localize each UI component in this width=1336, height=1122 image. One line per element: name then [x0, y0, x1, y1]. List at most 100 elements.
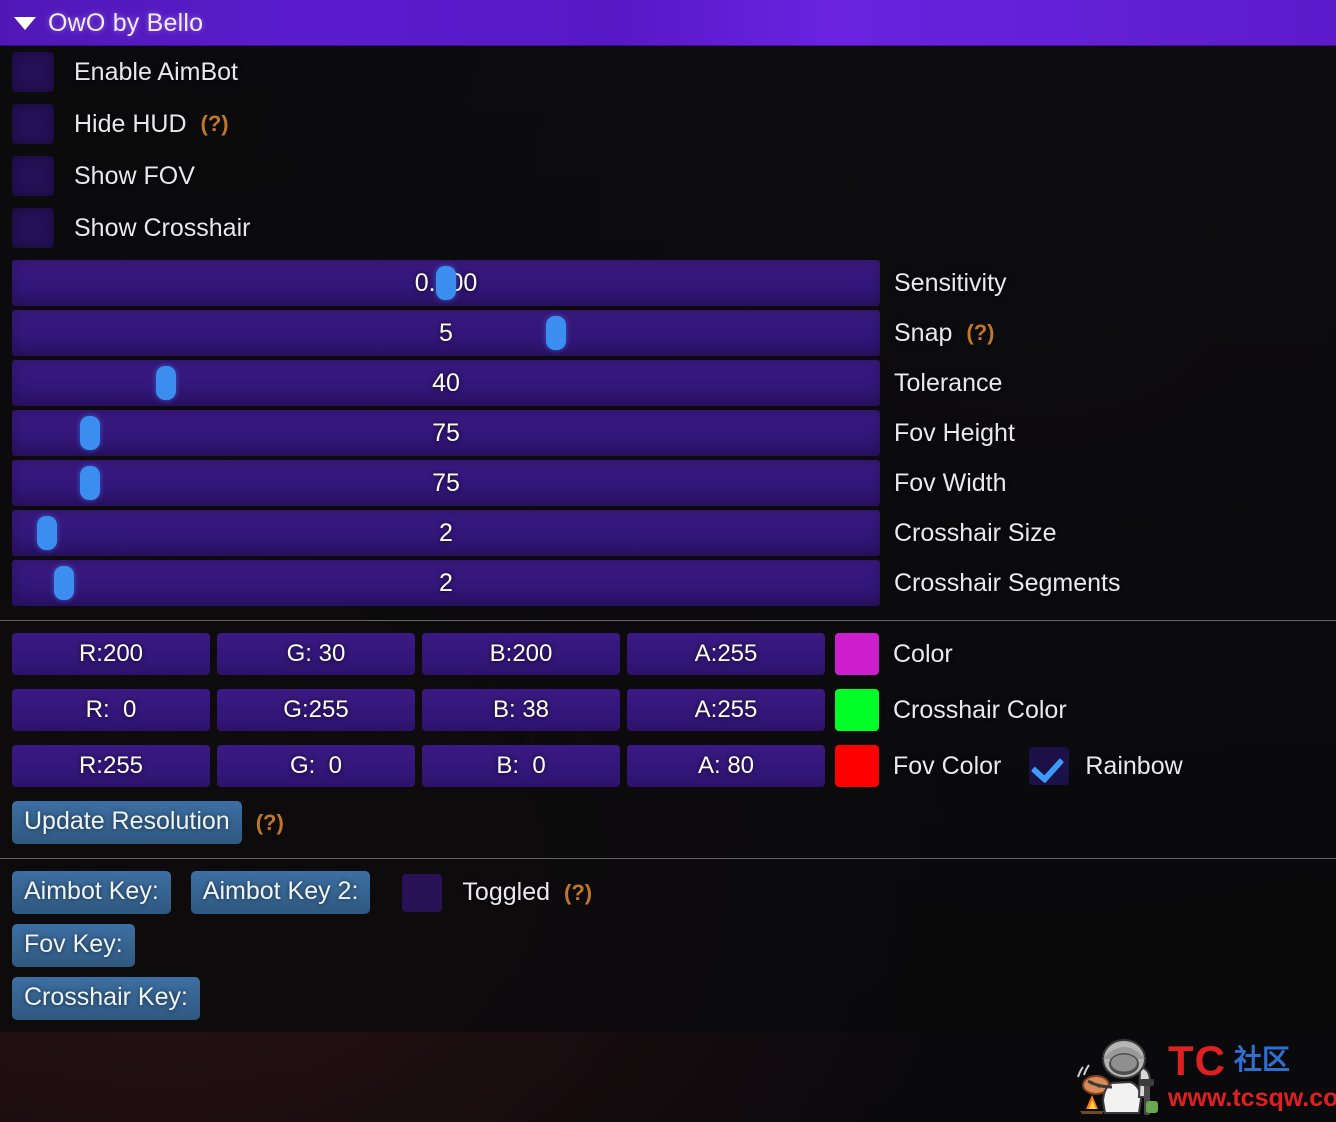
help-icon-update-resolution[interactable]: (?) [256, 810, 284, 836]
checkbox-row-enable-aimbot[interactable]: Enable AimBot [0, 46, 1336, 98]
checkbox-row-show-crosshair[interactable]: Show Crosshair [0, 202, 1336, 254]
slider-label-fov-width: Fov Width [894, 468, 1007, 497]
menu-body: Enable AimBot Hide HUD (?) Show FOV Show… [0, 46, 1336, 1032]
color-field-a-color[interactable]: A:255 [627, 633, 825, 675]
checkbox-label-rainbow: Rainbow [1085, 751, 1183, 780]
crosshair-key-button[interactable]: Crosshair Key: [12, 977, 200, 1020]
checkbox-hide-hud[interactable] [12, 104, 54, 144]
keybind-row-aimbot: Aimbot Key: Aimbot Key 2: Toggled (?) [0, 871, 1336, 914]
aimbot-key-button[interactable]: Aimbot Key: [12, 871, 171, 914]
slider-row-snap: 5 Snap (?) [0, 310, 1336, 356]
watermark-brand: TC [1168, 1036, 1226, 1084]
slider-sensitivity[interactable]: 0.500 [12, 260, 880, 306]
slider-handle-fov-width[interactable] [80, 466, 100, 500]
slider-value-fov-height: 75 [432, 418, 460, 447]
color-field-r-crosshair[interactable]: R: 0 [12, 689, 210, 731]
update-resolution-row: Update Resolution (?) [0, 801, 1336, 844]
color-field-b-color[interactable]: B:200 [422, 633, 620, 675]
keybind-row-fov: Fov Key: [0, 924, 1336, 967]
checkbox-row-hide-hud[interactable]: Hide HUD (?) [0, 98, 1336, 150]
divider-above-keybinds [0, 858, 1336, 859]
slider-label-crosshair-size: Crosshair Size [894, 518, 1057, 547]
checkbox-row-show-fov[interactable]: Show FOV [0, 150, 1336, 202]
color-field-r-color[interactable]: R:200 [12, 633, 210, 675]
triangle-down-icon[interactable] [14, 16, 36, 30]
slider-crosshair-segments[interactable]: 2 [12, 560, 880, 606]
fov-key-button[interactable]: Fov Key: [12, 924, 135, 967]
color-field-g-fov[interactable]: G: 0 [217, 745, 415, 787]
color-swatch-color[interactable] [835, 633, 879, 675]
slider-row-fov-height: 75 Fov Height [0, 410, 1336, 456]
color-field-b-crosshair[interactable]: B: 38 [422, 689, 620, 731]
color-label-color: Color [893, 639, 953, 668]
slider-handle-fov-height[interactable] [80, 416, 100, 450]
color-field-g-color[interactable]: G: 30 [217, 633, 415, 675]
watermark-text: TC社区 www.tcsqw.com [1168, 1036, 1336, 1112]
checkbox-label-show-fov: Show FOV [74, 161, 195, 190]
slider-value-crosshair-size: 2 [439, 518, 453, 547]
slider-handle-crosshair-size[interactable] [37, 516, 57, 550]
slider-value-crosshair-segments: 2 [439, 568, 453, 597]
divider-above-colors [0, 620, 1336, 621]
color-row-fov-color: R:255 G: 0 B: 0 A: 80 Fov Color Rainbow [0, 745, 1336, 787]
checkbox-show-fov[interactable] [12, 156, 54, 196]
screen: OVERWATCH 2 JUGAR HEROES TIENDA PASE DE … [0, 0, 1336, 1122]
color-field-g-crosshair[interactable]: G:255 [217, 689, 415, 731]
slider-handle-sensitivity[interactable] [436, 266, 456, 300]
checkbox-label-hide-hud: Hide HUD [74, 109, 187, 138]
slider-row-tolerance: 40 Tolerance [0, 360, 1336, 406]
slider-fov-width[interactable]: 75 [12, 460, 880, 506]
slider-row-fov-width: 75 Fov Width [0, 460, 1336, 506]
menu-title: OwO by Bello [48, 8, 204, 37]
checkbox-label-show-crosshair: Show Crosshair [74, 213, 251, 242]
watermark-artwork-svg [1077, 1039, 1158, 1115]
slider-handle-crosshair-segments[interactable] [54, 566, 74, 600]
slider-fov-height[interactable]: 75 [12, 410, 880, 456]
color-field-a-fov[interactable]: A: 80 [627, 745, 825, 787]
watermark-brand-cn: 社区 [1234, 1043, 1291, 1075]
menu-titlebar[interactable]: OwO by Bello [0, 0, 1336, 46]
color-field-a-crosshair[interactable]: A:255 [627, 689, 825, 731]
slider-value-tolerance: 40 [432, 368, 460, 397]
slider-label-tolerance: Tolerance [894, 368, 1003, 397]
slider-value-snap: 5 [439, 318, 453, 347]
slider-row-crosshair-size: 2 Crosshair Size [0, 510, 1336, 556]
slider-label-snap: Snap [894, 318, 953, 347]
help-icon-toggled[interactable]: (?) [564, 880, 592, 906]
slider-tolerance[interactable]: 40 [12, 360, 880, 406]
owo-menu-panel: OwO by Bello Enable AimBot Hide HUD (?) … [0, 0, 1336, 1032]
slider-row-crosshair-segments: 2 Crosshair Segments [0, 560, 1336, 606]
slider-label-crosshair-segments: Crosshair Segments [894, 568, 1121, 597]
color-row-color: R:200 G: 30 B:200 A:255 Color [0, 633, 1336, 675]
slider-handle-snap[interactable] [546, 316, 566, 350]
aimbot-key-2-button[interactable]: Aimbot Key 2: [190, 871, 371, 914]
checkbox-label-toggled: Toggled [462, 878, 550, 906]
color-field-r-fov[interactable]: R:255 [12, 745, 210, 787]
color-label-fov-color: Fov Color [893, 751, 1002, 780]
slider-handle-tolerance[interactable] [156, 366, 176, 400]
checkbox-rainbow[interactable] [1029, 747, 1070, 785]
slider-group: 0.500 Sensitivity 5 Snap (?) 40 [0, 254, 1336, 606]
checkbox-toggled[interactable] [402, 873, 443, 912]
help-icon-snap[interactable]: (?) [966, 320, 994, 346]
slider-snap[interactable]: 5 [12, 310, 880, 356]
pubg-character-icon [1068, 1033, 1164, 1117]
rainbow-toggle-row[interactable]: Rainbow [1029, 747, 1183, 785]
slider-value-fov-width: 75 [432, 468, 460, 497]
checkbox-enable-aimbot[interactable] [12, 52, 54, 92]
color-field-b-fov[interactable]: B: 0 [422, 745, 620, 787]
slider-label-sensitivity: Sensitivity [894, 268, 1007, 297]
color-label-crosshair-color: Crosshair Color [893, 695, 1067, 724]
slider-crosshair-size[interactable]: 2 [12, 510, 880, 556]
checkbox-label-enable-aimbot: Enable AimBot [74, 57, 238, 86]
color-swatch-fov[interactable] [835, 745, 879, 787]
slider-label-fov-height: Fov Height [894, 418, 1015, 447]
slider-row-sensitivity: 0.500 Sensitivity [0, 260, 1336, 306]
color-row-crosshair-color: R: 0 G:255 B: 38 A:255 Crosshair Color [0, 689, 1336, 731]
watermark: TC社区 www.tcsqw.com [1068, 1030, 1336, 1120]
help-icon-hide-hud[interactable]: (?) [201, 111, 229, 137]
color-swatch-crosshair[interactable] [835, 689, 879, 731]
checkbox-show-crosshair[interactable] [12, 208, 54, 248]
watermark-url: www.tcsqw.com [1168, 1083, 1336, 1112]
update-resolution-button[interactable]: Update Resolution [12, 801, 242, 844]
